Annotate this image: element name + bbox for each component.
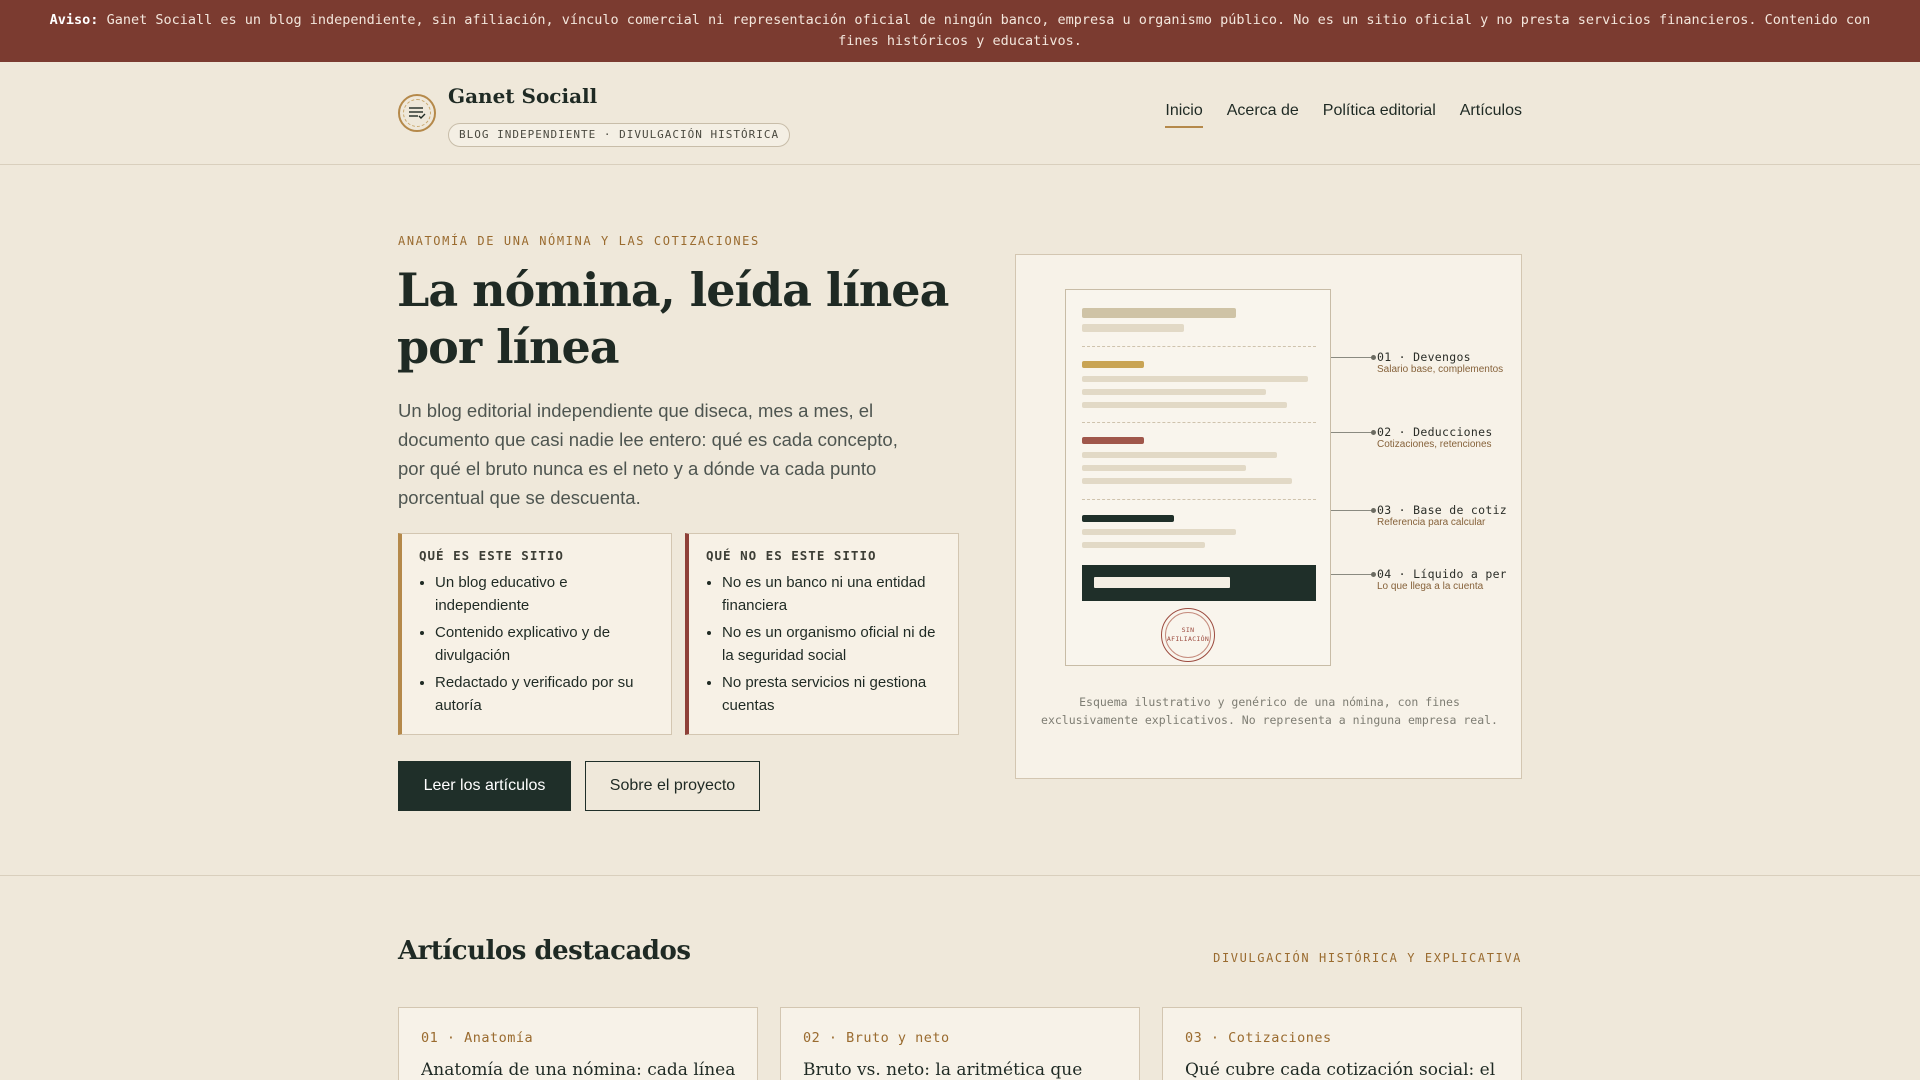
doc-title-bar bbox=[1082, 308, 1236, 318]
list-item: Contenido explicativo y de divulgación bbox=[435, 621, 655, 667]
doc-line bbox=[1082, 389, 1266, 395]
list-item: No presta servicios ni gestiona cuentas bbox=[722, 671, 942, 717]
hero-kicker: ANATOMÍA DE UNA NÓMINA Y LAS COTIZACIONE… bbox=[398, 234, 760, 248]
callout-label: 01 · Devengos bbox=[1377, 350, 1471, 364]
divider bbox=[1082, 422, 1316, 423]
doc-line bbox=[1082, 465, 1246, 471]
base-marker bbox=[1082, 515, 1174, 522]
divider bbox=[1082, 499, 1316, 500]
doc-line bbox=[1082, 376, 1308, 382]
deducciones-marker bbox=[1082, 437, 1144, 444]
nav-inicio[interactable]: Inicio bbox=[1165, 102, 1203, 128]
devengos-marker bbox=[1082, 361, 1144, 368]
what-site-is-not-card: QUÉ NO ES ESTE SITIO No es un banco ni u… bbox=[685, 533, 959, 735]
callout-sub: Cotizaciones, retenciones bbox=[1377, 439, 1492, 450]
callout-sub: Lo que llega a la cuenta bbox=[1377, 581, 1484, 592]
payslip-document: SIN AFILIACIÓN bbox=[1065, 289, 1331, 666]
doc-line bbox=[1082, 452, 1277, 458]
brand-name[interactable]: Ganet Sociall bbox=[448, 84, 597, 108]
card-heading: QUÉ NO ES ESTE SITIO bbox=[706, 548, 877, 563]
read-articles-button[interactable]: Leer los artículos bbox=[398, 761, 571, 811]
no-affiliation-seal: SIN AFILIACIÓN bbox=[1161, 608, 1215, 662]
illustration-caption: Esquema ilustrativo y genérico de una nó… bbox=[1041, 695, 1498, 727]
article-card[interactable]: 03 · Cotizaciones Qué cubre cada cotizac… bbox=[1162, 1007, 1522, 1080]
about-project-button[interactable]: Sobre el proyecto bbox=[585, 761, 760, 811]
list-item: Redactado y verificado por su autoría bbox=[435, 671, 655, 717]
article-meta: 02 · Bruto y neto bbox=[803, 1030, 950, 1046]
brand-tagline: BLOG INDEPENDIENTE · DIVULGACIÓN HISTÓRI… bbox=[448, 123, 791, 147]
callout-label: 04 · Líquido a percibir bbox=[1377, 567, 1506, 581]
liquido-box bbox=[1082, 565, 1316, 601]
payslip-illustration: SIN AFILIACIÓN 01 · Devengos Salario base… bbox=[1015, 254, 1522, 779]
doc-subtitle-bar bbox=[1082, 324, 1184, 332]
doc-line bbox=[1082, 542, 1205, 548]
callout-label: 03 · Base de cotización bbox=[1377, 503, 1506, 517]
article-card[interactable]: 01 · Anatomía Anatomía de una nómina: ca… bbox=[398, 1007, 758, 1080]
disclaimer-text: Ganet Sociall es un blog independiente, … bbox=[106, 12, 1871, 49]
callout-devengos: 01 · Devengos Salario base, complementos bbox=[1331, 350, 1506, 380]
callout-sub: Salario base, complementos bbox=[1377, 364, 1504, 375]
article-meta: 01 · Anatomía bbox=[421, 1030, 534, 1046]
disclaimer-label: Aviso: bbox=[49, 12, 99, 28]
article-title[interactable]: Bruto vs. neto: la aritmética que bbox=[803, 1060, 1117, 1080]
list-item: No es un banco ni una entidad financiera bbox=[722, 571, 942, 617]
logo-icon[interactable] bbox=[398, 94, 436, 132]
disclaimer-banner: Aviso: Ganet Sociall es un blog independ… bbox=[0, 0, 1920, 62]
doc-line bbox=[1082, 402, 1287, 408]
divider bbox=[1082, 346, 1316, 347]
hero-description: Un blog editorial independiente que dise… bbox=[398, 400, 898, 508]
featured-kicker: DIVULGACIÓN HISTÓRICA Y EXPLICATIVA bbox=[1213, 951, 1522, 965]
article-title[interactable]: Qué cubre cada cotización social: el bbox=[1185, 1060, 1499, 1080]
hero-title: La nómina, leída línea por línea bbox=[397, 263, 949, 374]
doc-line bbox=[1082, 478, 1292, 484]
callout-base-cotizacion: 03 · Base de cotización Referencia para … bbox=[1331, 503, 1506, 533]
card-heading: QUÉ ES ESTE SITIO bbox=[419, 548, 564, 563]
main-nav: Inicio Acerca de Política editorial Artí… bbox=[1165, 102, 1522, 128]
list-item: Un blog educativo e independiente bbox=[435, 571, 655, 617]
list-item: No es un organismo oficial ni de la segu… bbox=[722, 621, 942, 667]
featured-title: Artículos destacados bbox=[398, 936, 691, 966]
nav-politica-editorial[interactable]: Política editorial bbox=[1323, 102, 1436, 128]
article-card[interactable]: 02 · Bruto y neto Bruto vs. neto: la ari… bbox=[780, 1007, 1140, 1080]
callout-deducciones: 02 · Deducciones Cotizaciones, retencion… bbox=[1331, 425, 1506, 455]
callout-label: 02 · Deducciones bbox=[1377, 425, 1493, 439]
nav-articulos[interactable]: Artículos bbox=[1460, 102, 1522, 128]
site-header: Ganet Sociall BLOG INDEPENDIENTE · DIVUL… bbox=[0, 62, 1920, 165]
doc-line bbox=[1082, 529, 1236, 535]
callout-sub: Referencia para calcular bbox=[1377, 517, 1486, 528]
what-site-is-card: QUÉ ES ESTE SITIO Un blog educativo e in… bbox=[398, 533, 672, 735]
article-title[interactable]: Anatomía de una nómina: cada línea, bbox=[421, 1060, 735, 1080]
article-meta: 03 · Cotizaciones bbox=[1185, 1030, 1332, 1046]
callout-liquido: 04 · Líquido a percibir Lo que llega a l… bbox=[1331, 567, 1506, 597]
nav-acerca-de[interactable]: Acerca de bbox=[1227, 102, 1299, 128]
